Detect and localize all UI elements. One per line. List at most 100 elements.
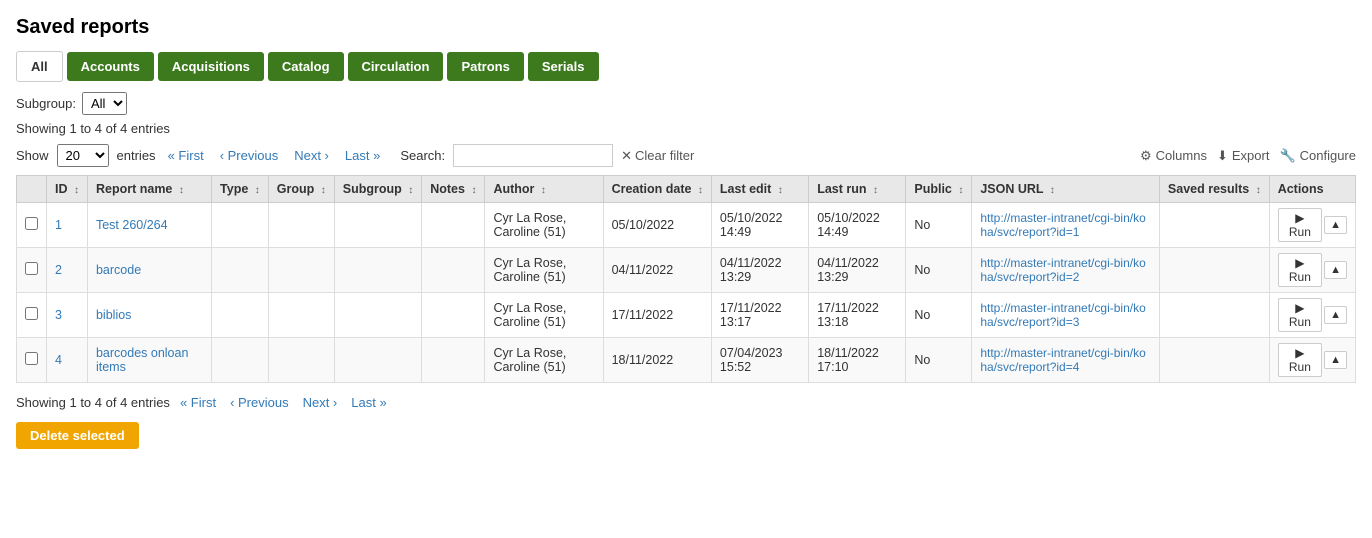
configure-button[interactable]: 🔧 Configure <box>1279 148 1356 164</box>
subgroup-select[interactable]: All <box>82 92 127 115</box>
report-name-link-1[interactable]: Test 260/264 <box>96 218 168 232</box>
cell-id-1: 1 <box>47 203 88 248</box>
cell-saved-results-4 <box>1159 338 1269 383</box>
tab-patrons[interactable]: Patrons <box>447 52 523 81</box>
run-button-3[interactable]: ▶ Run <box>1278 298 1322 332</box>
cell-last-run-3: 17/11/2022 13:18 <box>809 293 906 338</box>
up-button-4[interactable]: ▲ <box>1324 351 1347 369</box>
last-button-top[interactable]: Last » <box>341 146 384 165</box>
cell-last-run-2: 04/11/2022 13:29 <box>809 248 906 293</box>
tab-accounts[interactable]: Accounts <box>67 52 154 81</box>
col-header-notes[interactable]: Notes ↕ <box>422 176 485 203</box>
subgroup-label: Subgroup: <box>16 96 76 111</box>
report-name-link-2[interactable]: barcode <box>96 263 141 277</box>
next-button-top[interactable]: Next › <box>290 146 333 165</box>
col-header-saved-results[interactable]: Saved results ↕ <box>1159 176 1269 203</box>
col-header-creation-date[interactable]: Creation date ↕ <box>603 176 711 203</box>
id-link-4[interactable]: 4 <box>55 353 62 367</box>
col-header-json-url[interactable]: JSON URL ↕ <box>972 176 1160 203</box>
checkbox-1[interactable] <box>25 217 38 230</box>
tab-all[interactable]: All <box>16 51 63 82</box>
last-button-bottom[interactable]: Last » <box>347 393 390 412</box>
id-link-2[interactable]: 2 <box>55 263 62 277</box>
up-button-1[interactable]: ▲ <box>1324 216 1347 234</box>
col-header-subgroup[interactable]: Subgroup ↕ <box>334 176 422 203</box>
controls-row: Show 10 20 50 100 entries « First ‹ Prev… <box>16 144 1356 167</box>
cell-json-url-4: http://master-intranet/cgi-bin/koha/svc/… <box>972 338 1160 383</box>
run-button-4[interactable]: ▶ Run <box>1278 343 1322 377</box>
first-button-bottom[interactable]: « First <box>176 393 220 412</box>
show-label: Show <box>16 148 49 163</box>
table-row: 4 barcodes onloan items Cyr La Rose, Car… <box>17 338 1356 383</box>
cell-last-run-1: 05/10/2022 14:49 <box>809 203 906 248</box>
clear-filter-button[interactable]: ✕ Clear filter <box>621 148 694 164</box>
row-checkbox-4[interactable] <box>17 338 47 383</box>
showing-top: Showing 1 to 4 of 4 entries <box>16 121 1356 136</box>
run-button-1[interactable]: ▶ Run <box>1278 208 1322 242</box>
json-url-link-4[interactable]: http://master-intranet/cgi-bin/koha/svc/… <box>980 346 1145 374</box>
first-button-top[interactable]: « First <box>164 146 208 165</box>
show-entries-select[interactable]: 10 20 50 100 <box>57 144 109 167</box>
export-button[interactable]: ⬇ Export <box>1217 148 1269 164</box>
cell-id-4: 4 <box>47 338 88 383</box>
checkbox-3[interactable] <box>25 307 38 320</box>
cell-notes-1 <box>422 203 485 248</box>
search-input[interactable] <box>453 144 613 167</box>
cell-subgroup-4 <box>334 338 422 383</box>
cell-report-name-1: Test 260/264 <box>87 203 211 248</box>
json-url-link-2[interactable]: http://master-intranet/cgi-bin/koha/svc/… <box>980 256 1145 284</box>
cell-actions-2: ▶ Run ▲ <box>1269 248 1355 293</box>
col-header-group[interactable]: Group ↕ <box>268 176 334 203</box>
configure-label: Configure <box>1300 148 1356 163</box>
up-button-3[interactable]: ▲ <box>1324 306 1347 324</box>
previous-button-top[interactable]: ‹ Previous <box>216 146 283 165</box>
row-checkbox-1[interactable] <box>17 203 47 248</box>
cell-type-2 <box>212 248 269 293</box>
cell-creation-date-2: 04/11/2022 <box>603 248 711 293</box>
col-header-actions: Actions <box>1269 176 1355 203</box>
tab-serials[interactable]: Serials <box>528 52 599 81</box>
cell-last-edit-2: 04/11/2022 13:29 <box>711 248 808 293</box>
cell-report-name-2: barcode <box>87 248 211 293</box>
delete-selected-button[interactable]: Delete selected <box>16 422 139 449</box>
id-link-1[interactable]: 1 <box>55 218 62 232</box>
id-link-3[interactable]: 3 <box>55 308 62 322</box>
cell-last-run-4: 18/11/2022 17:10 <box>809 338 906 383</box>
json-url-link-3[interactable]: http://master-intranet/cgi-bin/koha/svc/… <box>980 301 1145 329</box>
cell-type-3 <box>212 293 269 338</box>
next-button-bottom[interactable]: Next › <box>299 393 342 412</box>
report-name-link-4[interactable]: barcodes onloan items <box>96 346 188 374</box>
tab-circulation[interactable]: Circulation <box>348 52 444 81</box>
cell-subgroup-2 <box>334 248 422 293</box>
columns-button[interactable]: ⚙ Columns <box>1140 148 1207 164</box>
run-button-2[interactable]: ▶ Run <box>1278 253 1322 287</box>
up-button-2[interactable]: ▲ <box>1324 261 1347 279</box>
cell-public-4: No <box>906 338 972 383</box>
download-icon: ⬇ <box>1217 148 1228 164</box>
export-label: Export <box>1232 148 1270 163</box>
col-header-last-edit[interactable]: Last edit ↕ <box>711 176 808 203</box>
row-checkbox-3[interactable] <box>17 293 47 338</box>
col-header-author[interactable]: Author ↕ <box>485 176 603 203</box>
cell-last-edit-4: 07/04/2023 15:52 <box>711 338 808 383</box>
col-header-last-run[interactable]: Last run ↕ <box>809 176 906 203</box>
col-header-type[interactable]: Type ↕ <box>212 176 269 203</box>
cell-author-4: Cyr La Rose, Caroline (51) <box>485 338 603 383</box>
json-url-link-1[interactable]: http://master-intranet/cgi-bin/koha/svc/… <box>980 211 1145 239</box>
cell-saved-results-2 <box>1159 248 1269 293</box>
col-header-id[interactable]: ID ↕ <box>47 176 88 203</box>
checkbox-4[interactable] <box>25 352 38 365</box>
tab-acquisitions[interactable]: Acquisitions <box>158 52 264 81</box>
report-name-link-3[interactable]: biblios <box>96 308 131 322</box>
subgroup-row: Subgroup: All <box>16 92 1356 115</box>
tab-catalog[interactable]: Catalog <box>268 52 344 81</box>
col-header-report-name[interactable]: Report name ↕ <box>87 176 211 203</box>
row-checkbox-2[interactable] <box>17 248 47 293</box>
cell-type-1 <box>212 203 269 248</box>
previous-button-bottom[interactable]: ‹ Previous <box>226 393 293 412</box>
gear-icon: ⚙ <box>1140 148 1152 164</box>
search-label: Search: <box>400 148 445 163</box>
cell-actions-4: ▶ Run ▲ <box>1269 338 1355 383</box>
checkbox-2[interactable] <box>25 262 38 275</box>
col-header-public[interactable]: Public ↕ <box>906 176 972 203</box>
